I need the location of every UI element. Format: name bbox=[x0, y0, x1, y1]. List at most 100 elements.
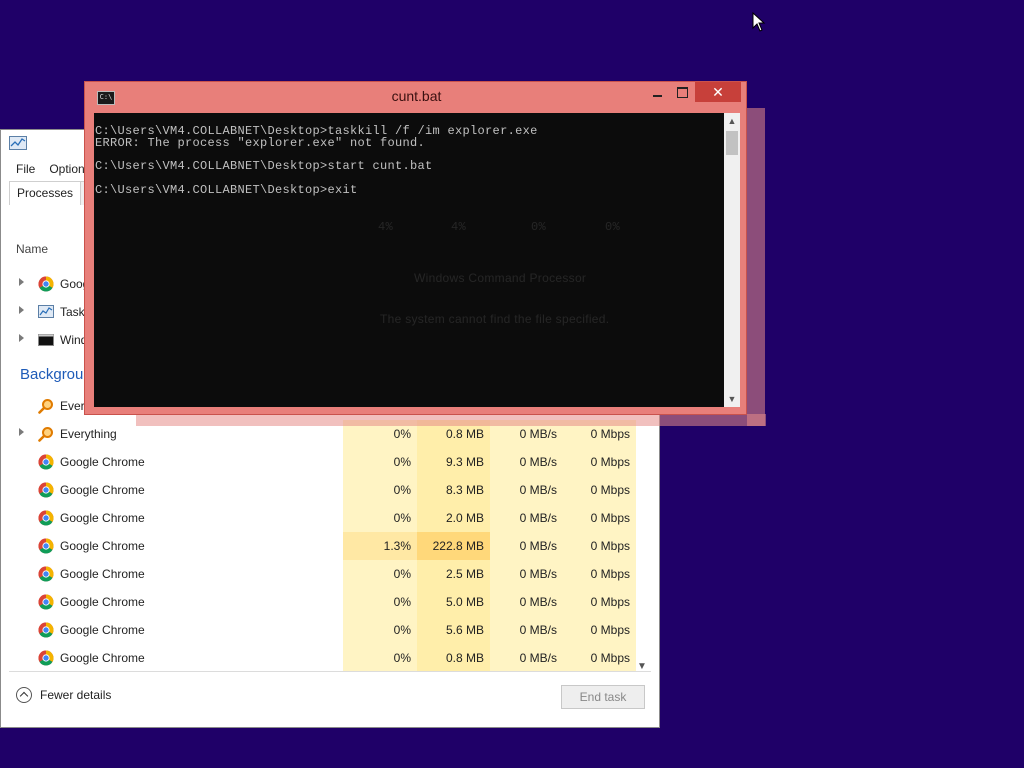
ghost-dialog-title: Windows Command Processor bbox=[414, 271, 587, 285]
process-name: Everything bbox=[60, 427, 117, 441]
cmd-icon bbox=[38, 332, 54, 348]
ghost-mem: 4% bbox=[451, 220, 467, 234]
process-list-scrollbar[interactable]: ▼ bbox=[634, 400, 650, 672]
cpu-cell: 0% bbox=[343, 476, 417, 504]
end-task-button[interactable]: End task bbox=[561, 685, 645, 709]
chrome-icon bbox=[38, 482, 54, 498]
memory-cell: 5.0 MB bbox=[417, 588, 490, 616]
process-name: Google Chrome bbox=[60, 539, 145, 553]
cpu-cell: 0% bbox=[343, 504, 417, 532]
mouse-cursor-icon bbox=[752, 12, 766, 32]
memory-cell: 0.8 MB bbox=[417, 644, 490, 672]
process-name: Google Chrome bbox=[60, 595, 145, 609]
network-cell: 0 Mbps bbox=[563, 532, 636, 560]
process-row[interactable]: Google Chrome 0% 9.3 MB 0 MB/s 0 Mbps bbox=[9, 448, 651, 476]
scrollbar-thumb[interactable] bbox=[726, 131, 738, 155]
network-cell: 0 Mbps bbox=[563, 504, 636, 532]
chrome-icon bbox=[38, 566, 54, 582]
window-ghost-artifact-right bbox=[747, 108, 765, 426]
chrome-icon bbox=[38, 594, 54, 610]
disk-cell: 0 MB/s bbox=[490, 644, 563, 672]
process-row[interactable]: Google Chrome 0% 8.3 MB 0 MB/s 0 Mbps bbox=[9, 476, 651, 504]
console-line: C:\Users\VM4.COLLABNET\Desktop>exit bbox=[95, 183, 358, 197]
task-manager-icon bbox=[38, 304, 54, 320]
cpu-cell: 0% bbox=[343, 644, 417, 672]
chevron-up-circle-icon bbox=[16, 687, 32, 703]
memory-cell: 2.5 MB bbox=[417, 560, 490, 588]
fewer-details-button[interactable]: Fewer details bbox=[16, 687, 111, 703]
memory-cell: 8.3 MB bbox=[417, 476, 490, 504]
scroll-up-arrow-icon[interactable]: ▲ bbox=[724, 113, 740, 129]
chrome-icon bbox=[38, 510, 54, 526]
disk-cell: 0 MB/s bbox=[490, 476, 563, 504]
memory-cell: 2.0 MB bbox=[417, 504, 490, 532]
network-cell: 0 Mbps bbox=[563, 476, 636, 504]
ghost-dialog-message: The system cannot find the file specifie… bbox=[380, 312, 610, 326]
console-output[interactable]: 4% 4% 0% 0% Windows Command Processor Th… bbox=[94, 113, 724, 407]
console-scrollbar[interactable]: ▲ ▼ bbox=[724, 113, 740, 407]
process-row[interactable]: Google Chrome 0% 2.5 MB 0 MB/s 0 Mbps bbox=[9, 560, 651, 588]
everything-icon bbox=[38, 398, 54, 414]
disk-cell: 0 MB/s bbox=[490, 504, 563, 532]
network-cell: 0 Mbps bbox=[563, 588, 636, 616]
process-name: Google Chrome bbox=[60, 567, 145, 581]
cpu-cell: 1.3% bbox=[343, 532, 417, 560]
everything-icon bbox=[38, 426, 54, 442]
cpu-cell: 0% bbox=[343, 448, 417, 476]
disk-cell: 0 MB/s bbox=[490, 532, 563, 560]
network-cell: 0 Mbps bbox=[563, 644, 636, 672]
disk-cell: 0 MB/s bbox=[490, 448, 563, 476]
network-cell: 0 Mbps bbox=[563, 616, 636, 644]
maximize-button[interactable] bbox=[671, 82, 693, 102]
process-row[interactable]: Google Chrome 0% 5.6 MB 0 MB/s 0 Mbps bbox=[9, 616, 651, 644]
ghost-cpu: 4% bbox=[378, 220, 394, 234]
ghost-disk: 0% bbox=[531, 220, 547, 234]
process-row[interactable]: Google Chrome 0% 0.8 MB 0 MB/s 0 Mbps bbox=[9, 644, 651, 672]
expand-arrow-icon[interactable] bbox=[19, 428, 24, 436]
disk-cell: 0 MB/s bbox=[490, 560, 563, 588]
cpu-cell: 0% bbox=[343, 616, 417, 644]
cpu-cell: 0% bbox=[343, 560, 417, 588]
menu-file[interactable]: File bbox=[9, 160, 42, 180]
scroll-down-arrow-icon[interactable]: ▼ bbox=[724, 391, 740, 407]
memory-cell: 9.3 MB bbox=[417, 448, 490, 476]
close-icon: ✕ bbox=[712, 84, 724, 100]
process-row[interactable]: Google Chrome 0% 2.0 MB 0 MB/s 0 Mbps bbox=[9, 504, 651, 532]
ghost-net: 0% bbox=[605, 220, 621, 234]
task-manager-menubar: File Option bbox=[9, 160, 92, 180]
expand-arrow-icon[interactable] bbox=[19, 306, 24, 314]
close-button[interactable]: ✕ bbox=[695, 82, 741, 102]
footer-divider bbox=[9, 671, 651, 672]
column-header-name[interactable]: Name bbox=[16, 242, 48, 256]
fewer-details-label: Fewer details bbox=[40, 688, 112, 702]
memory-cell: 222.8 MB bbox=[417, 532, 490, 560]
expand-arrow-icon[interactable] bbox=[19, 278, 24, 286]
process-name: Google Chrome bbox=[60, 651, 145, 665]
task-manager-app-icon bbox=[9, 136, 27, 150]
chrome-icon bbox=[38, 538, 54, 554]
console-line: ERROR: The process "explorer.exe" not fo… bbox=[95, 136, 426, 150]
memory-cell: 5.6 MB bbox=[417, 616, 490, 644]
console-line: C:\Users\VM4.COLLABNET\Desktop>start cun… bbox=[95, 159, 433, 173]
chrome-icon bbox=[38, 650, 54, 666]
network-cell: 0 Mbps bbox=[563, 448, 636, 476]
process-row[interactable]: Google Chrome 1.3% 222.8 MB 0 MB/s 0 Mbps bbox=[9, 532, 651, 560]
expand-arrow-icon[interactable] bbox=[19, 334, 24, 342]
chrome-icon bbox=[38, 622, 54, 638]
window-ghost-artifact-bottom bbox=[136, 414, 766, 426]
tab-processes[interactable]: Processes bbox=[9, 181, 82, 205]
cpu-cell: 0% bbox=[343, 588, 417, 616]
console-ghost-text: 4% 4% 0% 0% Windows Command Processor Th… bbox=[94, 113, 724, 407]
process-name: Google Chrome bbox=[60, 623, 145, 637]
process-name: Google Chrome bbox=[60, 483, 145, 497]
cmd-window: C:\ cunt.bat ✕ 4% 4% 0% 0% Windows Comma… bbox=[84, 81, 747, 415]
process-name: Google Chrome bbox=[60, 455, 145, 469]
process-row[interactable]: Google Chrome 0% 5.0 MB 0 MB/s 0 Mbps bbox=[9, 588, 651, 616]
chrome-icon bbox=[38, 454, 54, 470]
network-cell: 0 Mbps bbox=[563, 560, 636, 588]
process-name: Google Chrome bbox=[60, 511, 145, 525]
disk-cell: 0 MB/s bbox=[490, 588, 563, 616]
minimize-button[interactable] bbox=[647, 82, 669, 102]
chrome-icon bbox=[38, 276, 54, 292]
disk-cell: 0 MB/s bbox=[490, 616, 563, 644]
